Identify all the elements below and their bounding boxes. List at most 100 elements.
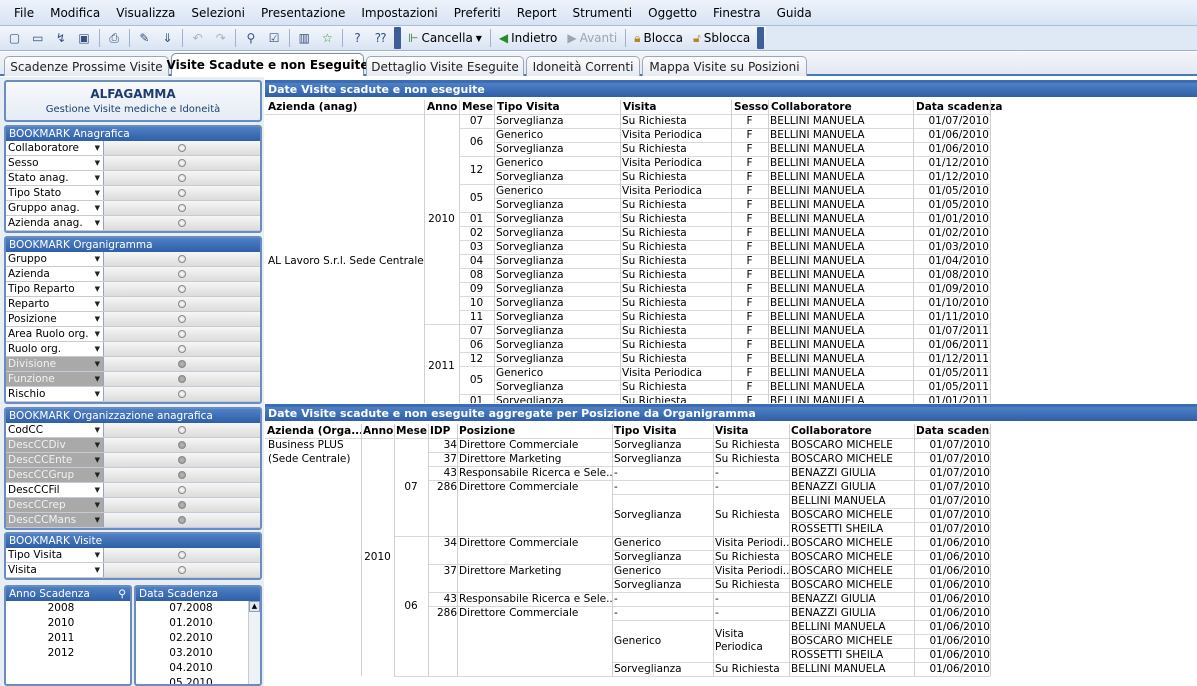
- radio-indicator-icon[interactable]: [178, 426, 186, 434]
- data-scadenza-item[interactable]: 02.2010: [136, 631, 260, 646]
- bookmark-field[interactable]: Visita ▼: [6, 563, 104, 577]
- bookmark-field[interactable]: Collaboratore ▼: [6, 141, 104, 155]
- chevron-down-icon[interactable]: ▼: [95, 189, 100, 197]
- menu-presentazione[interactable]: Presentazione: [253, 0, 353, 26]
- radio-indicator-icon[interactable]: [178, 456, 186, 464]
- toolbar-grip[interactable]: [757, 27, 764, 49]
- radio-indicator-icon[interactable]: [178, 566, 186, 574]
- bookmark-value[interactable]: [104, 387, 260, 401]
- cancella-button[interactable]: ⊩ Cancella ▼: [403, 31, 487, 45]
- edit-script-icon[interactable]: ✎: [135, 28, 154, 48]
- bookmark-field[interactable]: Posizione ▼: [6, 312, 104, 326]
- chevron-down-icon[interactable]: ▼: [95, 219, 100, 227]
- chevron-down-icon[interactable]: ▼: [95, 255, 100, 263]
- chevron-down-icon[interactable]: ▼: [95, 360, 100, 368]
- chevron-down-icon[interactable]: ▼: [476, 34, 482, 43]
- radio-indicator-icon[interactable]: [178, 375, 186, 383]
- anno-scadenza-item[interactable]: 2010: [6, 616, 130, 631]
- redo-icon[interactable]: ↷: [211, 28, 230, 48]
- bookmark-field[interactable]: DescCCGrup ▼: [6, 468, 104, 482]
- bookmark-value[interactable]: [104, 282, 260, 296]
- chevron-down-icon[interactable]: ▼: [95, 426, 100, 434]
- bookmark-value[interactable]: [104, 342, 260, 356]
- radio-indicator-icon[interactable]: [178, 285, 186, 293]
- radio-indicator-icon[interactable]: [178, 300, 186, 308]
- menu-file[interactable]: File: [6, 0, 42, 26]
- chevron-down-icon[interactable]: ▼: [95, 330, 100, 338]
- search-icon[interactable]: ⚲: [118, 587, 126, 601]
- data-scadenza-item[interactable]: 04.2010: [136, 661, 260, 676]
- bookmark-field[interactable]: Tipo Visita ▼: [6, 548, 104, 562]
- menu-selezioni[interactable]: Selezioni: [183, 0, 253, 26]
- chevron-down-icon[interactable]: ▼: [95, 144, 100, 152]
- bookmark-field[interactable]: DescCCDiv ▼: [6, 438, 104, 452]
- bookmark-value[interactable]: [104, 171, 260, 185]
- chevron-down-icon[interactable]: ▼: [95, 315, 100, 323]
- bookmark-field[interactable]: Sesso ▼: [6, 156, 104, 170]
- chevron-down-icon[interactable]: ▼: [95, 471, 100, 479]
- bookmark-value[interactable]: [104, 372, 260, 386]
- data-scadenza-item[interactable]: 05.2010: [136, 676, 260, 684]
- data-scadenza-item[interactable]: 01.2010: [136, 616, 260, 631]
- chevron-down-icon[interactable]: ▼: [95, 441, 100, 449]
- menu-oggetto[interactable]: Oggetto: [640, 0, 705, 26]
- tab-dettaglio-visite-eseguite[interactable]: Dettaglio Visite Eseguite: [366, 56, 524, 76]
- bookmark-field[interactable]: Funzione ▼: [6, 372, 104, 386]
- menu-impostazioni[interactable]: Impostazioni: [353, 0, 445, 26]
- bookmark-value[interactable]: [104, 357, 260, 371]
- toolbar-grip[interactable]: [394, 27, 401, 49]
- bookmark-field[interactable]: DescCCFil ▼: [6, 483, 104, 497]
- chevron-down-icon[interactable]: ▼: [95, 456, 100, 464]
- bookmark-value[interactable]: [104, 201, 260, 215]
- chevron-down-icon[interactable]: ▼: [95, 501, 100, 509]
- bookmark-field[interactable]: DescCCrep ▼: [6, 498, 104, 512]
- chevron-down-icon[interactable]: ▼: [95, 204, 100, 212]
- print-icon[interactable]: ⎙: [105, 28, 124, 48]
- tab-scadenze-prossime-visite[interactable]: Scadenze Prossime Visite: [4, 56, 169, 76]
- chevron-down-icon[interactable]: ▼: [95, 516, 100, 524]
- radio-indicator-icon[interactable]: [178, 270, 186, 278]
- bookmark-field[interactable]: Rischio ▼: [6, 387, 104, 401]
- chart-icon[interactable]: ▥: [295, 28, 314, 48]
- menu-modifica[interactable]: Modifica: [42, 0, 108, 26]
- radio-indicator-icon[interactable]: [178, 516, 186, 524]
- menu-visualizza[interactable]: Visualizza: [108, 0, 183, 26]
- radio-indicator-icon[interactable]: [178, 255, 186, 263]
- radio-indicator-icon[interactable]: [178, 174, 186, 182]
- save-icon[interactable]: ▣: [75, 28, 94, 48]
- context-help-icon[interactable]: ⁇: [371, 28, 390, 48]
- bookmark-value[interactable]: [104, 267, 260, 281]
- bookmark-value[interactable]: [104, 548, 260, 562]
- radio-indicator-icon[interactable]: [178, 219, 186, 227]
- bookmark-field[interactable]: DescCCMans ▼: [6, 513, 104, 527]
- bookmark-field[interactable]: Tipo Stato ▼: [6, 186, 104, 200]
- help-icon[interactable]: ?: [348, 28, 367, 48]
- radio-indicator-icon[interactable]: [178, 551, 186, 559]
- bookmark-value[interactable]: [104, 312, 260, 326]
- bookmark-field[interactable]: Tipo Reparto ▼: [6, 282, 104, 296]
- chevron-down-icon[interactable]: ▼: [95, 300, 100, 308]
- blocca-button[interactable]: 🔒︎ Blocca: [629, 31, 688, 46]
- radio-indicator-icon[interactable]: [178, 204, 186, 212]
- radio-indicator-icon[interactable]: [178, 144, 186, 152]
- bookmark-value[interactable]: [104, 423, 260, 437]
- radio-indicator-icon[interactable]: [178, 486, 186, 494]
- radio-indicator-icon[interactable]: [178, 159, 186, 167]
- anno-scadenza-item[interactable]: 2011: [6, 631, 130, 646]
- radio-indicator-icon[interactable]: [178, 345, 186, 353]
- data-scadenza-item[interactable]: 07.2008: [136, 601, 260, 616]
- radio-indicator-icon[interactable]: [178, 360, 186, 368]
- chevron-down-icon[interactable]: ▼: [95, 486, 100, 494]
- bookmark-value[interactable]: [104, 513, 260, 527]
- search-icon[interactable]: ⚲: [241, 28, 260, 48]
- undo-icon[interactable]: ↶: [188, 28, 207, 48]
- radio-indicator-icon[interactable]: [178, 441, 186, 449]
- bookmark-value[interactable]: [104, 438, 260, 452]
- bookmark-value[interactable]: [104, 563, 260, 577]
- bookmark-field[interactable]: CodCC ▼: [6, 423, 104, 437]
- bookmark-value[interactable]: [104, 498, 260, 512]
- avanti-button[interactable]: ▶ Avanti: [562, 31, 622, 45]
- tab-idoneita-correnti[interactable]: Idoneità Correnti: [526, 56, 640, 76]
- bookmark-field[interactable]: Reparto ▼: [6, 297, 104, 311]
- anno-scadenza-item[interactable]: 2012: [6, 646, 130, 661]
